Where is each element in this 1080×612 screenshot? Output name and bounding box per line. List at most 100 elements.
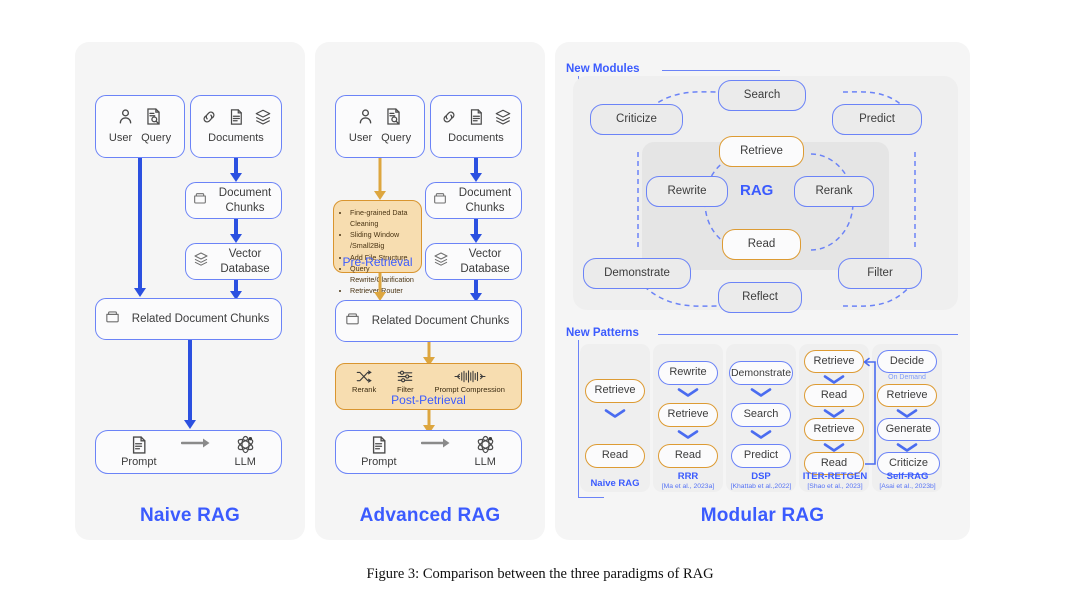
advanced-documents-label: Documents — [448, 131, 504, 144]
naive-user-query-node: User Query — [95, 95, 185, 158]
arrow-right-icon — [420, 437, 451, 453]
pattern-iter-step-retrieve-2[interactable]: Retrieve — [804, 418, 864, 441]
module-rewrite[interactable]: Rewrite — [646, 176, 728, 207]
pattern-selfrag-label: Self-RAG [Asai et al., 2023b] — [879, 471, 936, 490]
pattern-iter-step-read-1[interactable]: Read — [804, 384, 864, 407]
module-rerank[interactable]: Rerank — [794, 176, 874, 207]
naive-arrow-related-to-prompt — [183, 340, 197, 430]
pattern-dsp-label: DSP [Khattab et al.,2022] — [730, 471, 792, 490]
module-predict-label: Predict — [859, 113, 895, 126]
naive-documents-node: Documents — [190, 95, 282, 158]
pattern-dsp-step-search[interactable]: Search — [731, 403, 791, 427]
pattern-rrr-step-rewrite[interactable]: Rewrite — [658, 361, 718, 385]
module-reflect-label: Reflect — [742, 291, 778, 304]
file-icon — [467, 108, 485, 130]
pattern-naive-step-retrieve[interactable]: Retrieve — [585, 379, 645, 403]
figure-caption: Figure 3: Comparison between the three p… — [366, 566, 714, 582]
module-demonstrate[interactable]: Demonstrate — [583, 258, 691, 289]
naive-query-label: Query — [141, 132, 172, 145]
module-reflect[interactable]: Reflect — [718, 282, 802, 313]
chunk-box-icon — [344, 310, 361, 331]
naive-document-chunks-label: Document Chunks — [218, 187, 272, 214]
naive-llm-item: LLM — [235, 434, 256, 469]
advanced-related-chunks-node: Related Document Chunks — [335, 300, 522, 342]
pattern-selfrag-on-demand-note: On Demand — [888, 374, 926, 381]
advanced-arrow-pre-to-related — [373, 273, 387, 301]
advanced-llm-item: LLM — [475, 434, 496, 469]
pattern-rrr-step-retrieve[interactable]: Retrieve — [658, 403, 718, 427]
layers-icon — [193, 251, 209, 271]
naive-prompt-llm-node: Prompt LLM — [95, 430, 282, 474]
query-document-icon — [144, 107, 163, 130]
post-retrieval-box: Rerank Filter Prompt Compression Post-Pe… — [335, 363, 522, 410]
pattern-selfrag-step-decide[interactable]: Decide — [877, 350, 937, 373]
advanced-prompt-llm-node: Prompt LLM — [335, 430, 522, 474]
advanced-vector-database-node: Vector Database — [425, 243, 522, 280]
naive-vector-database-label: Vector Database — [220, 248, 270, 275]
chunk-box-icon — [192, 190, 208, 210]
advanced-query-label: Query — [381, 132, 412, 145]
arrow-right-icon — [180, 437, 211, 453]
module-retrieve[interactable]: Retrieve — [719, 136, 804, 167]
naive-user-label: User — [108, 132, 133, 145]
naive-arrow-query-to-related — [133, 158, 147, 298]
modular-rag-title: Modular RAG — [700, 505, 825, 526]
naive-rag-title: Naive RAG — [139, 505, 240, 526]
pattern-selfrag-step-generate[interactable]: Generate — [877, 418, 940, 441]
rag-core-label: RAG — [740, 182, 774, 199]
naive-prompt-label: Prompt — [121, 455, 157, 468]
module-predict[interactable]: Predict — [832, 104, 922, 135]
advanced-document-chunks-node: Document Chunks — [425, 182, 522, 219]
pattern-rrr-label: RRR [Ma et al., 2023a] — [661, 471, 715, 490]
query-document-icon — [384, 107, 403, 130]
naive-documents-label: Documents — [208, 131, 264, 144]
module-rerank-label: Rerank — [815, 185, 853, 198]
layers-icon — [494, 108, 512, 130]
advanced-arrow-vectordb-to-related — [469, 280, 483, 302]
advanced-prompt-item: Prompt — [361, 435, 397, 469]
pre-retrieval-tag: Pre-Retrieval — [342, 255, 413, 269]
prompt-compression-item: Prompt Compression — [434, 369, 505, 394]
module-filter[interactable]: Filter — [838, 258, 922, 289]
module-demonstrate-label: Demonstrate — [604, 267, 670, 280]
post-retrieval-tag: Post-Petrieval — [391, 393, 466, 407]
pattern-dsp-step-demonstrate[interactable]: Demonstrate — [729, 361, 793, 385]
naive-arrow-docs-to-chunks — [229, 158, 243, 182]
link-icon — [440, 108, 458, 130]
advanced-arrow-docs-to-chunks — [469, 158, 483, 182]
new-patterns-label: New Patterns — [566, 327, 639, 339]
file-icon — [227, 108, 245, 130]
chunk-box-icon — [432, 190, 448, 210]
pattern-rrr-step-read[interactable]: Read — [658, 444, 718, 468]
layers-icon — [433, 251, 449, 271]
new-patterns-rule — [658, 334, 958, 336]
module-criticize[interactable]: Criticize — [590, 104, 683, 135]
pattern-naive-step-read[interactable]: Read — [585, 444, 645, 468]
pattern-iter-step-retrieve-1[interactable]: Retrieve — [804, 350, 864, 373]
module-search-label: Search — [743, 89, 781, 102]
pre-retrieval-item: Fine-grained Data Cleaning — [350, 207, 415, 229]
module-rewrite-label: Rewrite — [667, 185, 707, 198]
rag-comparison-figure: User Query Documents Document Chunks Vec… — [0, 0, 1080, 560]
module-filter-label: Filter — [867, 267, 893, 280]
chevron-down-icon — [750, 429, 772, 440]
naive-related-chunks-label: Related Document Chunks — [131, 312, 270, 325]
naive-document-chunks-node: Document Chunks — [185, 182, 282, 219]
module-search[interactable]: Search — [718, 80, 806, 111]
advanced-arrow-query-to-pre — [373, 158, 387, 200]
pattern-selfrag-step-retrieve[interactable]: Retrieve — [877, 384, 937, 407]
naive-vector-database-node: Vector Database — [185, 243, 282, 280]
advanced-user-label: User — [348, 132, 373, 145]
naive-arrow-vectordb-to-related — [229, 280, 243, 300]
module-read-label: Read — [747, 238, 776, 251]
filter-item: Filter — [396, 369, 414, 394]
chevron-down-icon — [677, 387, 699, 398]
pattern-dsp-step-predict[interactable]: Predict — [731, 444, 791, 468]
advanced-document-chunks-label: Document Chunks — [458, 187, 512, 214]
module-criticize-label: Criticize — [616, 113, 657, 126]
module-read[interactable]: Read — [722, 229, 801, 260]
naive-llm-label: LLM — [234, 456, 256, 469]
module-retrieve-label: Retrieve — [740, 145, 783, 158]
advanced-vector-database-label: Vector Database — [460, 248, 510, 275]
advanced-related-chunks-label: Related Document Chunks — [371, 314, 510, 327]
